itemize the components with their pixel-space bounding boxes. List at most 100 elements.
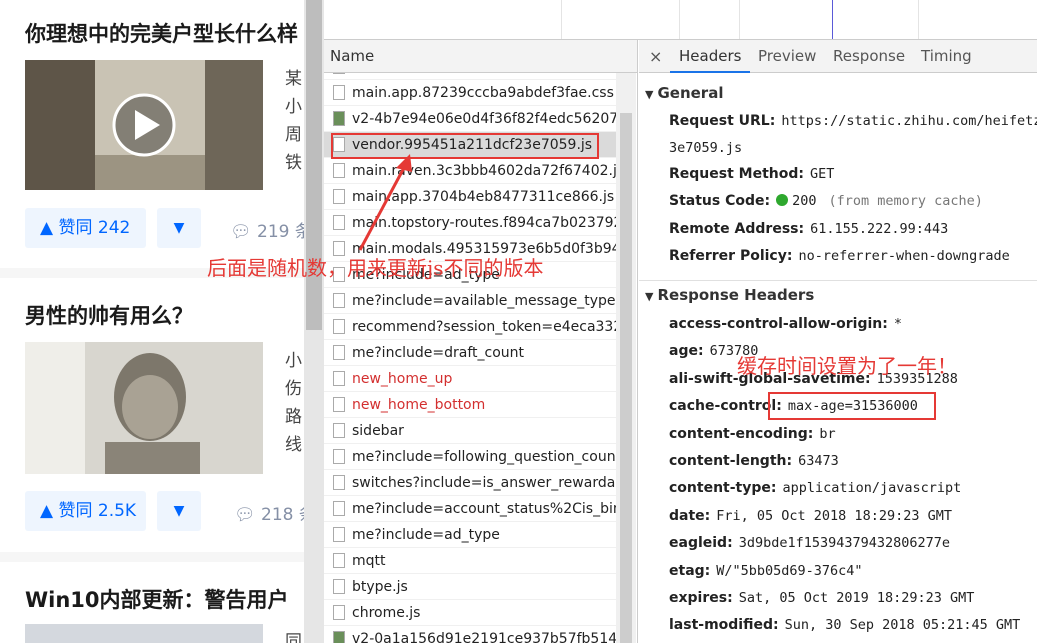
header-value: W/"5bb05d69-376c4" xyxy=(716,562,863,579)
feed-item-title[interactable]: 你理想中的完美户型长什么样 xyxy=(25,18,298,48)
request-row[interactable]: mqtt xyxy=(324,548,616,574)
file-icon xyxy=(333,73,345,74)
video-thumbnail[interactable] xyxy=(25,60,263,190)
tab-response[interactable]: Response xyxy=(833,40,905,73)
header-key: Status Code: xyxy=(669,193,771,209)
response-header-row: date: Fri, 05 Oct 2018 18:29:23 GMT xyxy=(669,508,952,524)
feed-item-title[interactable]: 男性的帅有用么？ xyxy=(25,300,193,330)
upvote-button[interactable]: ▲ 赞同 2.5K xyxy=(25,491,146,531)
cache-note: (from memory cache) xyxy=(828,193,983,209)
close-icon[interactable]: × xyxy=(649,40,662,73)
request-row[interactable]: recommend?session_token=e4eca332c7 xyxy=(324,314,616,340)
request-row[interactable]: chrome.js xyxy=(324,600,616,626)
annotation-arrow-icon xyxy=(358,154,412,251)
file-icon xyxy=(333,423,345,438)
comments-button[interactable]: 💬︎ 219 条 xyxy=(230,217,304,242)
header-key: last-modified: xyxy=(669,617,779,634)
request-row[interactable]: switches?include=is_answer_rewardable xyxy=(324,470,616,496)
response-headers-section-toggle[interactable]: ▼ Response Headers xyxy=(645,286,814,304)
request-row[interactable]: new_home_up xyxy=(324,366,616,392)
network-timeline-overview[interactable] xyxy=(324,0,1037,40)
general-row: Request Method: GET xyxy=(669,166,834,182)
file-icon xyxy=(333,85,345,100)
request-name: new_home_bottom xyxy=(352,397,486,413)
request-row[interactable]: me?include=ad_type xyxy=(324,522,616,548)
downvote-button[interactable]: ▼ xyxy=(157,208,201,248)
feed-item-title[interactable]: Win10内部更新：警告用户 xyxy=(25,584,289,614)
header-value: 3e7059.js xyxy=(669,140,743,156)
file-icon xyxy=(333,319,345,334)
request-name: sidebar xyxy=(352,423,404,439)
request-row[interactable]: btype.js xyxy=(324,574,616,600)
response-header-row: expires: Sat, 05 Oct 2019 18:29:23 GMT xyxy=(669,590,974,606)
thumbnail[interactable] xyxy=(25,624,263,643)
general-section-toggle[interactable]: ▼ General xyxy=(645,84,723,102)
header-key: expires: xyxy=(669,590,733,606)
header-value: 63473 xyxy=(798,453,839,469)
header-value: 3d9bde1f15394379432806277e xyxy=(738,535,951,552)
response-header-row: content-length: 63473 xyxy=(669,453,839,469)
request-name: v2-4b7e94e06e0d4f36f82f4edc5620742 xyxy=(352,111,616,127)
comments-button[interactable]: 💬︎ 218 条 xyxy=(234,500,304,525)
annotation-cache-note: 缓存时间设置为了一年！ xyxy=(737,354,957,378)
general-row: Status Code: 200 (from memory cache) xyxy=(669,193,983,209)
snippet: 某小周铁 xyxy=(285,69,302,173)
downvote-button[interactable]: ▼ xyxy=(157,491,201,531)
header-value: * xyxy=(893,316,902,332)
tab-preview[interactable]: Preview xyxy=(758,40,816,73)
name-column-header[interactable]: Name xyxy=(324,40,637,73)
page-scrollbar[interactable] xyxy=(304,0,324,643)
header-value: 200 xyxy=(792,193,817,209)
request-row[interactable]: new_home_bottom xyxy=(324,392,616,418)
request-row[interactable]: me?include=following_question_count xyxy=(324,444,616,470)
request-name: recommend?session_token=e4eca332c7 xyxy=(352,319,616,335)
request-row[interactable] xyxy=(324,73,616,80)
general-row: Remote Address: 61.155.222.99:443 xyxy=(669,221,948,237)
request-row[interactable]: main.app.87239cccba9abdef3fae.css xyxy=(324,80,616,106)
header-key: content-type: xyxy=(669,480,777,497)
request-name: me?include=account_status%2Cis_bind_ xyxy=(352,501,616,517)
request-details-pane: × Headers Preview Response Timing ▼ Gener… xyxy=(639,40,1037,643)
response-header-row: last-modified: Sun, 30 Sep 2018 05:21:45 … xyxy=(669,617,1020,633)
snippet: 小伤路线 xyxy=(285,351,302,455)
header-value: Sun, 30 Sep 2018 05:21:45 GMT xyxy=(784,617,1021,634)
response-header-row: eagleid: 3d9bde1f15394379432806277e xyxy=(669,535,950,551)
request-row[interactable]: v2-0a1a156d91e2191ce937b57fb514a3c xyxy=(324,626,616,643)
header-value: application/javascript xyxy=(782,480,962,497)
response-header-row: etag: W/"5bb05d69-376c4" xyxy=(669,563,863,579)
file-icon xyxy=(333,501,345,516)
header-key: age: xyxy=(669,343,704,360)
header-key: Referrer Policy: xyxy=(669,248,793,264)
tab-timing[interactable]: Timing xyxy=(921,40,972,73)
header-key: etag: xyxy=(669,562,711,579)
file-icon xyxy=(333,527,345,542)
file-icon xyxy=(333,475,345,490)
request-row[interactable]: me?include=account_status%2Cis_bind_ xyxy=(324,496,616,522)
request-row[interactable]: v2-4b7e94e06e0d4f36f82f4edc5620742 xyxy=(324,106,616,132)
divider xyxy=(639,280,1037,281)
request-row[interactable]: me?include=draft_count xyxy=(324,340,616,366)
upvote-button[interactable]: ▲ 赞同 242 xyxy=(25,208,146,248)
request-name: me?include=draft_count xyxy=(352,345,525,361)
tab-headers[interactable]: Headers xyxy=(670,40,751,73)
screenshot: 你理想中的完美户型长什么样 某小周铁 ▲ 赞同 242 ▼ 💬︎ 219 条 男… xyxy=(0,0,1037,643)
request-name: chrome.js xyxy=(352,605,421,621)
header-value: 61.155.222.99:443 xyxy=(810,221,949,237)
header-value: Fri, 05 Oct 2018 18:29:23 GMT xyxy=(716,507,952,524)
request-name: mqtt xyxy=(352,553,386,569)
header-key: access-control-allow-origin: xyxy=(669,316,888,332)
divider xyxy=(0,552,304,562)
header-key: Request URL: xyxy=(669,113,776,129)
request-list-scrollbar[interactable] xyxy=(616,73,636,643)
request-list-pane: Name main.app.87239cccba9abdef3fae.css v2… xyxy=(324,40,638,643)
file-icon xyxy=(333,397,345,412)
request-row[interactable]: me?include=available_message_types% xyxy=(324,288,616,314)
request-name: new_home_up xyxy=(352,371,453,387)
request-row[interactable]: sidebar xyxy=(324,418,616,444)
file-icon xyxy=(333,293,345,308)
photo-thumbnail[interactable] xyxy=(25,342,263,474)
header-value: br xyxy=(819,425,836,442)
triangle-down-icon: ▼ xyxy=(645,290,654,303)
header-value: no-referrer-when-downgrade xyxy=(798,248,1010,264)
scrollbar-thumb[interactable] xyxy=(620,113,632,643)
